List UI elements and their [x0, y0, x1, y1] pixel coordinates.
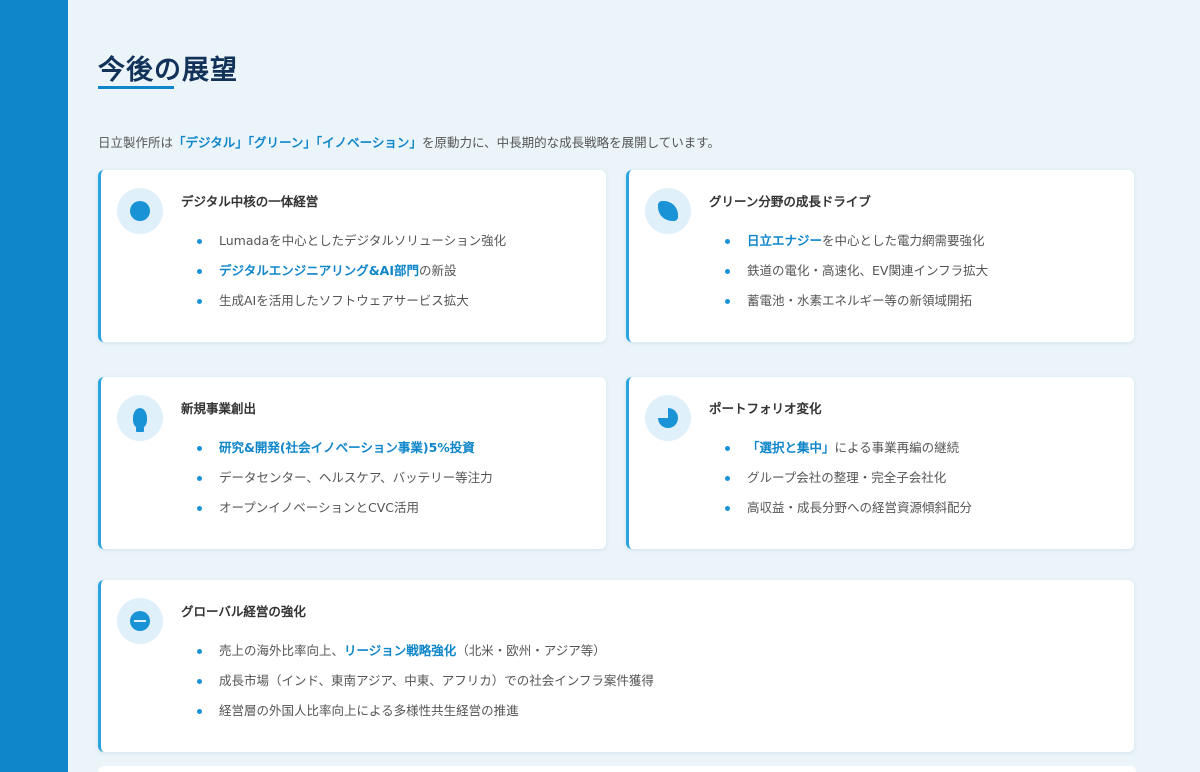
- next-section-edge: [98, 766, 1136, 772]
- list-item: 成長市場（インド、東南アジア、中東、アフリカ）での社会インフラ案件獲得: [197, 670, 654, 700]
- card-title: グリーン分野の成長ドライブ: [709, 194, 871, 209]
- card-list: 日立エナジーを中心とした電力網需要強化 鉄道の電化・高速化、EV関連インフラ拡大…: [725, 230, 988, 320]
- list-item: 鉄道の電化・高速化、EV関連インフラ拡大: [725, 260, 988, 290]
- title-underline: [98, 86, 174, 89]
- card-global: グローバル経営の強化 売上の海外比率向上、リージョン戦略強化（北米・欧州・アジア…: [98, 580, 1134, 752]
- list-item: 蓄電池・水素エネルギー等の新領域開拓: [725, 290, 988, 320]
- list-item: データセンター、ヘルスケア、バッテリー等注力: [197, 467, 493, 497]
- list-item: 高収益・成長分野への経営資源傾斜配分: [725, 497, 972, 527]
- card-list: 「選択と集中」による事業再編の継続 グループ会社の整理・完全子会社化 高収益・成…: [725, 437, 972, 527]
- card-title: デジタル中核の一体経営: [181, 194, 319, 209]
- list-item: 「選択と集中」による事業再編の継続: [725, 437, 972, 467]
- globe-icon: [117, 598, 163, 644]
- list-item: オープンイノベーションとCVC活用: [197, 497, 493, 527]
- card-title: 新規事業創出: [181, 401, 257, 416]
- digital-icon: [117, 188, 163, 234]
- card-portfolio: ポートフォリオ変化 「選択と集中」による事業再編の継続 グループ会社の整理・完全…: [626, 377, 1134, 549]
- list-item: 生成AIを活用したソフトウェアサービス拡大: [197, 290, 506, 320]
- leaf-icon: [645, 188, 691, 234]
- card-list: 研究&開発(社会イノベーション事業)5%投資 データセンター、ヘルスケア、バッテ…: [197, 437, 493, 527]
- lightbulb-icon: [117, 395, 163, 441]
- list-item: 研究&開発(社会イノベーション事業)5%投資: [197, 437, 493, 467]
- left-accent-bar: [0, 0, 68, 772]
- pie-chart-icon: [645, 395, 691, 441]
- list-item: 日立エナジーを中心とした電力網需要強化: [725, 230, 988, 260]
- page-title: 今後の展望: [98, 55, 238, 86]
- list-item: 売上の海外比率向上、リージョン戦略強化（北米・欧州・アジア等）: [197, 640, 654, 670]
- card-title: ポートフォリオ変化: [709, 401, 822, 416]
- list-item: グループ会社の整理・完全子会社化: [725, 467, 972, 497]
- card-list: 売上の海外比率向上、リージョン戦略強化（北米・欧州・アジア等） 成長市場（インド…: [197, 640, 654, 730]
- intro-suffix: を原動力に、中長期的な成長戦略を展開しています。: [421, 135, 720, 150]
- intro-text: 日立製作所は「デジタル」「グリーン」「イノベーション」を原動力に、中長期的な成長…: [98, 132, 1136, 151]
- intro-prefix: 日立製作所は: [98, 135, 174, 150]
- card-green: グリーン分野の成長ドライブ 日立エナジーを中心とした電力網需要強化 鉄道の電化・…: [626, 170, 1134, 342]
- card-digital: デジタル中核の一体経営 Lumadaを中心としたデジタルソリューション強化 デジ…: [98, 170, 606, 342]
- intro-keyword-innovation: 「イノベーション」: [315, 135, 422, 150]
- intro-keyword-green: 「グリーン」: [247, 135, 316, 150]
- list-item: デジタルエンジニアリング&AI部門の新設: [197, 260, 506, 290]
- card-list: Lumadaを中心としたデジタルソリューション強化 デジタルエンジニアリング&A…: [197, 230, 506, 320]
- list-item: 経営層の外国人比率向上による多様性共生経営の推進: [197, 700, 654, 730]
- list-item: Lumadaを中心としたデジタルソリューション強化: [197, 230, 506, 260]
- card-title: グローバル経営の強化: [181, 604, 306, 619]
- intro-keyword-digital: 「デジタル」: [173, 135, 248, 150]
- card-new-business: 新規事業創出 研究&開発(社会イノベーション事業)5%投資 データセンター、ヘル…: [98, 377, 606, 549]
